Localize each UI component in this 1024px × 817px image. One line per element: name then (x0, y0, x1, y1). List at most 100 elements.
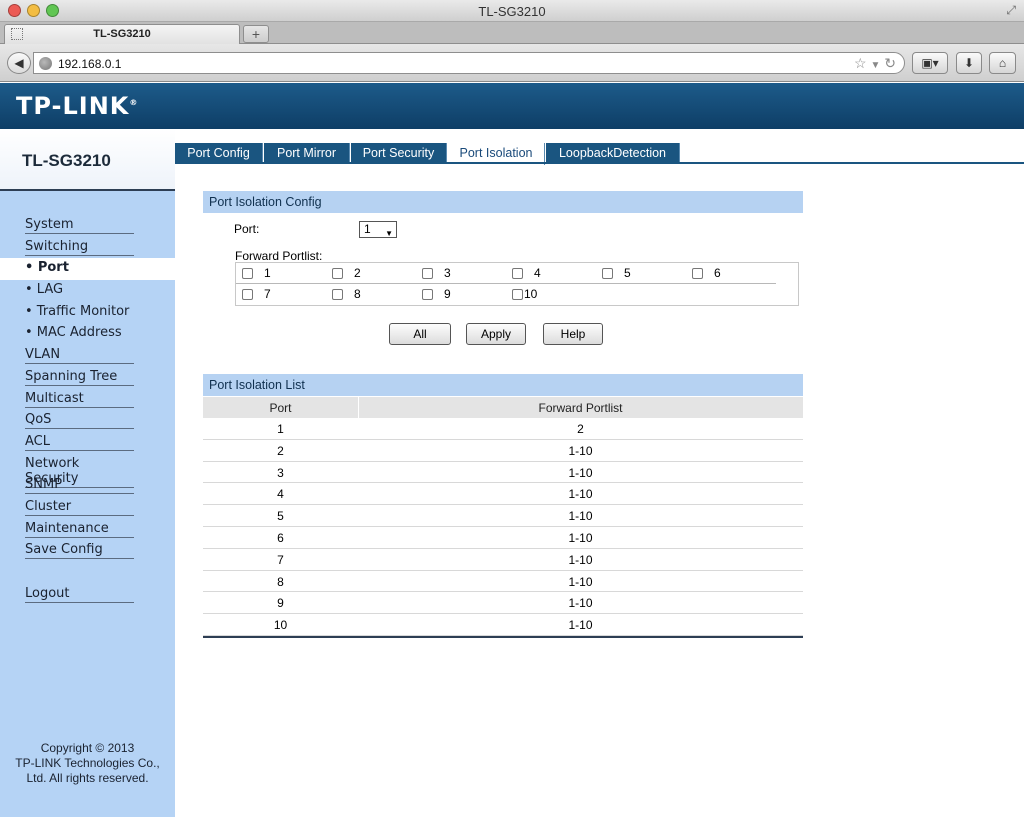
port-checkbox-8[interactable]: 8 (326, 284, 416, 305)
port-checkbox-3[interactable]: 3 (416, 263, 506, 284)
help-button[interactable]: Help (543, 323, 603, 345)
browser-tabbar: TL-SG3210 + (0, 22, 1024, 44)
port-checkbox-6[interactable]: 6 (686, 263, 776, 284)
config-section-title: Port Isolation Config (203, 191, 803, 213)
checkbox[interactable] (602, 268, 613, 279)
checkbox[interactable] (422, 289, 433, 300)
port-select-value: 1 (364, 222, 371, 236)
home-button[interactable]: ⌂ (989, 52, 1016, 74)
sidebar-item-switching[interactable]: Switching (0, 237, 175, 259)
checkbox[interactable] (332, 289, 343, 300)
sidebar: TL-SG3210 System Switching • Port • LAG … (0, 129, 175, 817)
port-checkbox-10[interactable]: 10 (506, 284, 596, 305)
dropdown-icon[interactable]: ▼ (870, 60, 880, 71)
bookmarks-icon: ▣▾ (921, 56, 939, 70)
dropdown-arrow-icon: ▼ (385, 229, 393, 238)
port-checkbox-1[interactable]: 1 (236, 263, 326, 284)
sidebar-item-multicast[interactable]: Multicast (0, 389, 175, 411)
checkbox[interactable] (242, 268, 253, 279)
table-row: 2 1-10 (203, 440, 803, 462)
table-header: Port Forward Portlist (203, 397, 803, 418)
column-header-forward-portlist: Forward Portlist (538, 401, 623, 415)
page-tabs: Port Config Port Mirror Port Security Po… (175, 129, 1024, 165)
port-checkbox-7[interactable]: 7 (236, 284, 326, 305)
sidebar-item-mac-address[interactable]: • MAC Address (0, 323, 175, 345)
sidebar-item-cluster[interactable]: Cluster (0, 497, 175, 519)
browser-toolbar: ◀ 192.168.0.1 ☆ ▼ ↻ ▣▾ ⬇ ⌂ (0, 44, 1024, 82)
port-label: Port: (234, 222, 260, 236)
download-arrow-icon: ⬇ (963, 56, 975, 70)
main-content: Port Config Port Mirror Port Security Po… (175, 129, 1024, 817)
window-title: TL-SG3210 (478, 4, 546, 19)
port-checkbox-5[interactable]: 5 (596, 263, 686, 284)
checkbox[interactable] (692, 268, 703, 279)
bookmark-star-icon[interactable]: ☆ (854, 55, 867, 71)
sidebar-item-port[interactable]: • Port (0, 258, 175, 281)
web-page: TP-LINK® TL-SG3210 System Switching • Po… (0, 83, 1024, 817)
checkbox[interactable] (242, 289, 253, 300)
table-row: 6 1-10 (203, 527, 803, 549)
tp-link-logo: TP-LINK® (16, 92, 139, 120)
checkbox[interactable] (512, 289, 523, 300)
sidebar-item-acl[interactable]: ACL (0, 432, 175, 454)
sidebar-item-snmp[interactable]: SNMP (0, 475, 175, 497)
table-row: 5 1-10 (203, 505, 803, 527)
table-row: 4 1-10 (203, 483, 803, 506)
tab-divider (175, 162, 1024, 164)
browser-tab-label: TL-SG3210 (93, 28, 151, 40)
sidebar-item-network-security[interactable]: Network Security (0, 454, 175, 488)
checkbox[interactable] (332, 268, 343, 279)
port-checkbox-grid: 1 2 3 4 5 6 7 8 9 10 (235, 262, 799, 306)
sidebar-item-vlan[interactable]: VLAN (0, 345, 175, 367)
table-row: 10 1-10 (203, 614, 803, 636)
address-bar[interactable]: 192.168.0.1 ☆ ▼ ↻ (33, 52, 905, 74)
url-actions: ☆ ▼ ↻ (854, 55, 896, 72)
table-row: 12 (203, 418, 803, 440)
tab-loopback-detection[interactable]: LoopbackDetection (546, 143, 680, 163)
model-box: TL-SG3210 (0, 129, 175, 191)
sidebar-item-lag[interactable]: • LAG (0, 280, 175, 302)
home-icon: ⌂ (998, 56, 1007, 70)
downloads-button[interactable]: ⬇ (956, 52, 982, 74)
back-button[interactable]: ◀ (7, 52, 31, 74)
apply-button[interactable]: Apply (466, 323, 526, 345)
url-text: 192.168.0.1 (58, 57, 122, 71)
all-button[interactable]: All (389, 323, 451, 345)
new-tab-button[interactable]: + (243, 25, 269, 43)
port-checkbox-4[interactable]: 4 (506, 263, 596, 284)
port-isolation-table: Port Forward Portlist 12 2 1-10 3 1-10 4 1-… (203, 397, 803, 638)
model-name: TL-SG3210 (22, 151, 111, 170)
fullscreen-icon[interactable]: ⤢ (1006, 3, 1016, 18)
table-row: 7 1-10 (203, 549, 803, 571)
window-titlebar: TL-SG3210 ⤢ (0, 0, 1024, 22)
tab-port-config[interactable]: Port Config (175, 143, 263, 163)
list-section-title: Port Isolation List (203, 374, 803, 396)
sidebar-item-traffic-monitor[interactable]: • Traffic Monitor (0, 302, 175, 324)
port-select[interactable]: 1 ▼ (359, 221, 397, 238)
tab-port-security[interactable]: Port Security (351, 143, 447, 163)
table-row: 8 1-10 (203, 571, 803, 593)
sidebar-item-qos[interactable]: QoS (0, 410, 175, 432)
column-header-port: Port (269, 401, 292, 415)
tab-port-mirror[interactable]: Port Mirror (264, 143, 350, 163)
bookmarks-button[interactable]: ▣▾ (912, 52, 948, 74)
forward-portlist-label: Forward Portlist: (235, 249, 323, 263)
page-header: TP-LINK® (0, 83, 1024, 129)
copyright-text: Copyright © 2013 TP-LINK Technologies Co… (15, 741, 160, 785)
checkbox[interactable] (422, 268, 433, 279)
globe-icon (39, 57, 52, 70)
sidebar-item-save-config[interactable]: Save Config (0, 540, 175, 562)
browser-tab[interactable]: TL-SG3210 (4, 24, 240, 44)
sidebar-item-maintenance[interactable]: Maintenance (0, 519, 175, 541)
checkbox[interactable] (512, 268, 523, 279)
sidebar-item-system[interactable]: System (0, 215, 175, 237)
sidebar-nav: System Switching • Port • LAG • Traffic … (0, 215, 175, 605)
port-checkbox-2[interactable]: 2 (326, 263, 416, 284)
sidebar-item-spanning-tree[interactable]: Spanning Tree (0, 367, 175, 389)
reload-icon[interactable]: ↻ (884, 55, 896, 71)
table-row: 9 1-10 (203, 592, 803, 615)
sidebar-item-logout[interactable]: Logout (0, 584, 175, 606)
table-row: 3 1-10 (203, 462, 803, 484)
port-checkbox-9[interactable]: 9 (416, 284, 506, 305)
